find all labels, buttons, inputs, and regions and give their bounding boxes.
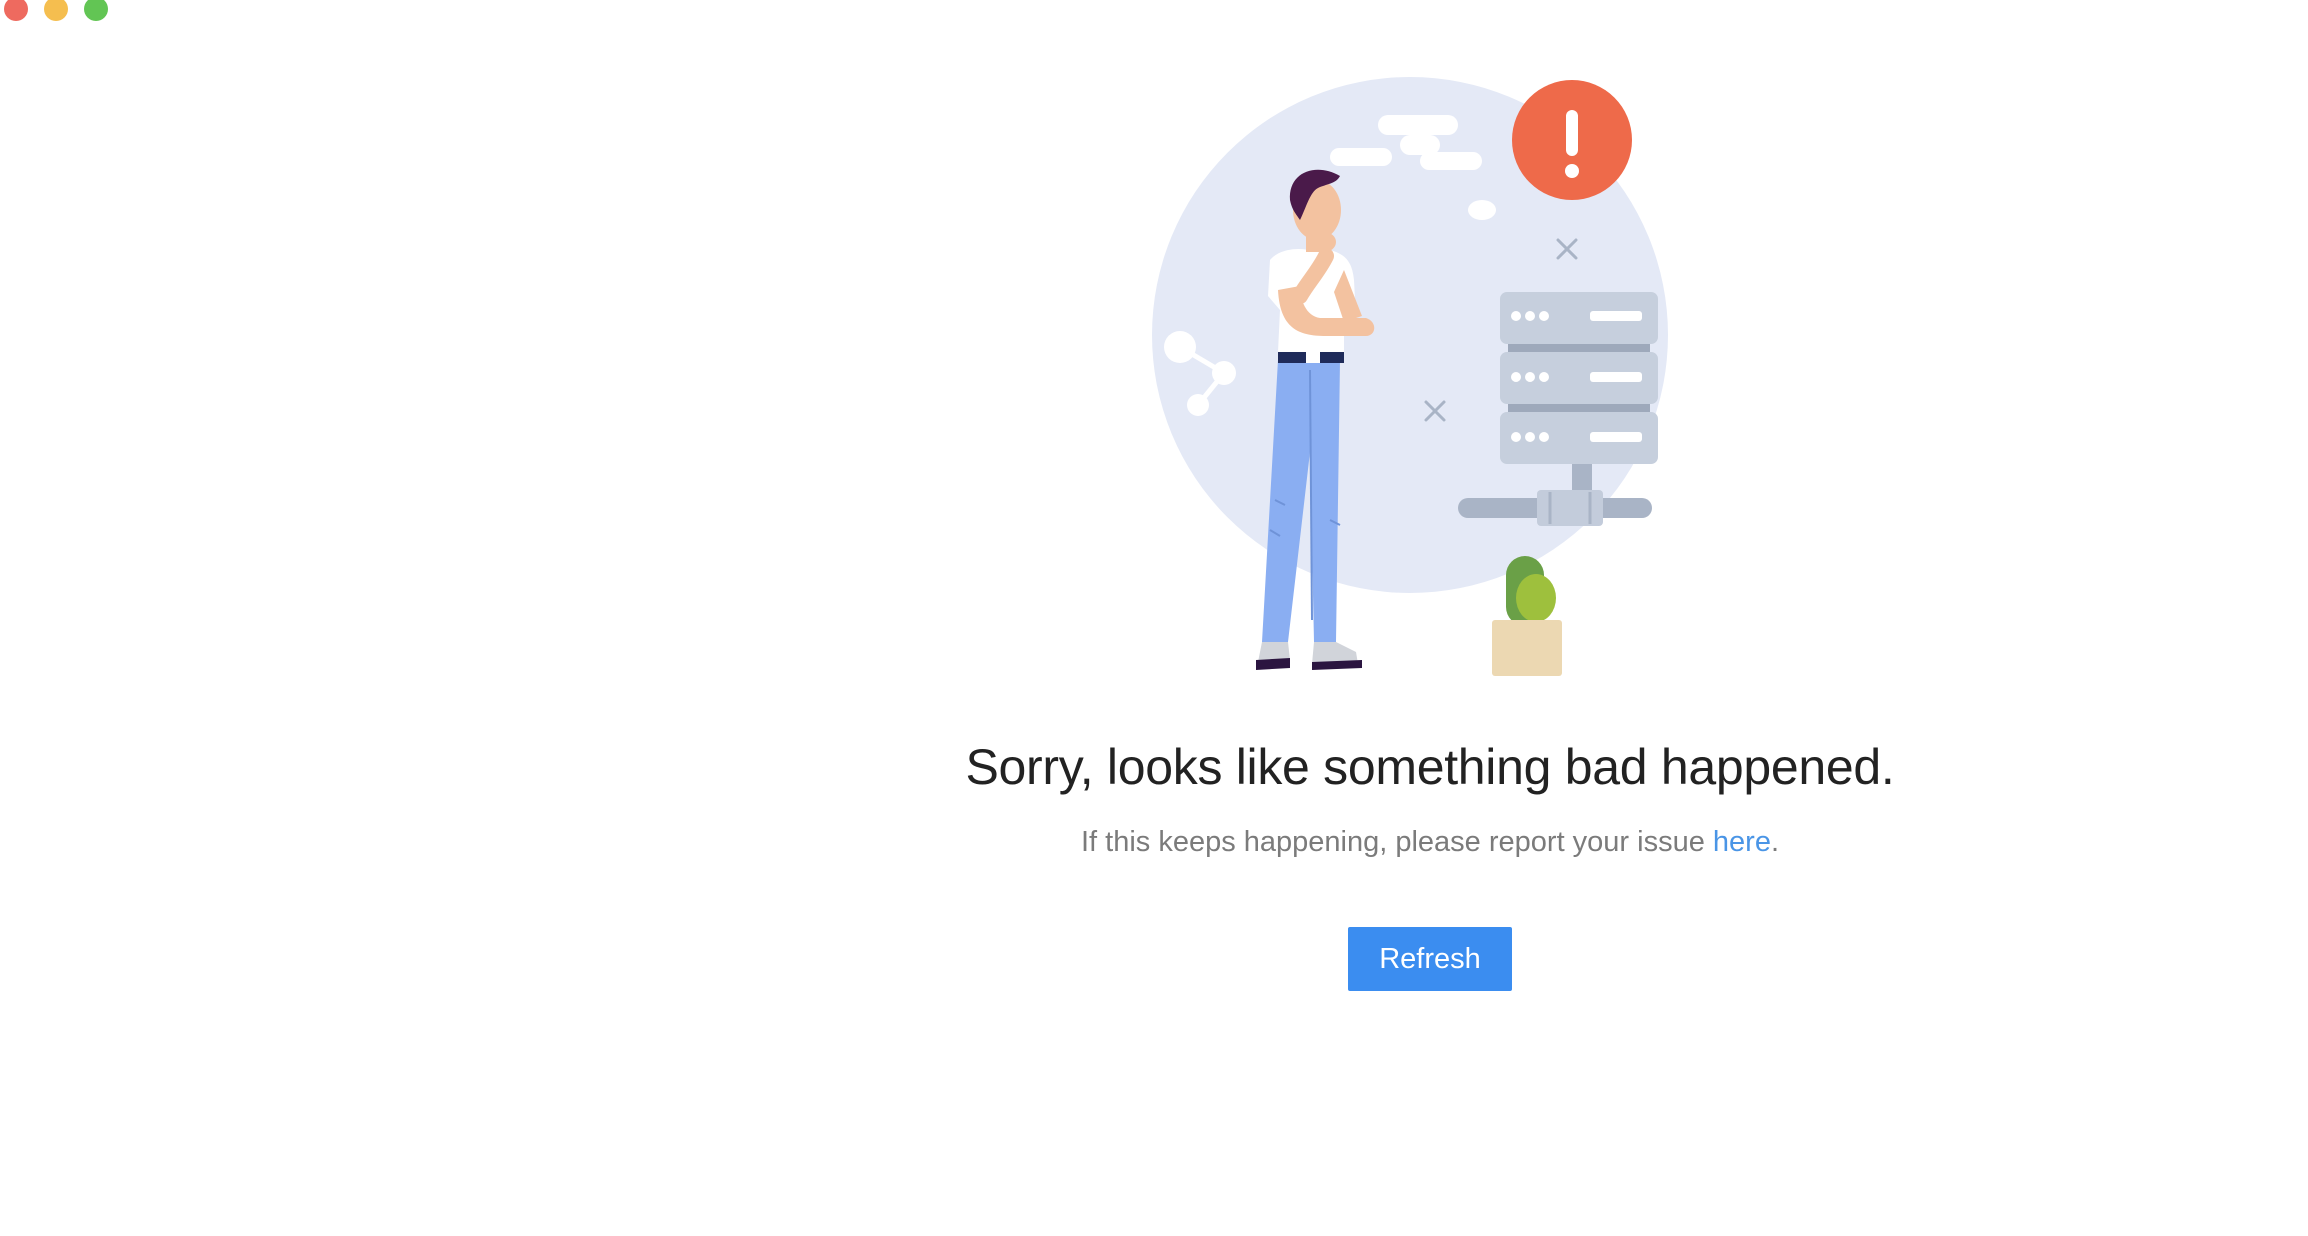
alert-badge-icon	[1512, 80, 1632, 200]
refresh-button[interactable]: Refresh	[1348, 927, 1512, 991]
report-issue-link[interactable]: here	[1713, 826, 1771, 858]
error-illustration	[1152, 77, 1668, 676]
error-message-suffix: .	[1770, 826, 1780, 858]
error-message-prefix: If this keeps happening, please report y…	[1080, 826, 1713, 858]
error-message: If this keeps happening, please report y…	[0, 826, 2308, 859]
app-window: Sorry, looks like something bad happened…	[0, 0, 2308, 1236]
error-title: Sorry, looks like something bad happened…	[965, 739, 1895, 795]
error-page: Sorry, looks like something bad happened…	[0, 0, 2308, 1236]
